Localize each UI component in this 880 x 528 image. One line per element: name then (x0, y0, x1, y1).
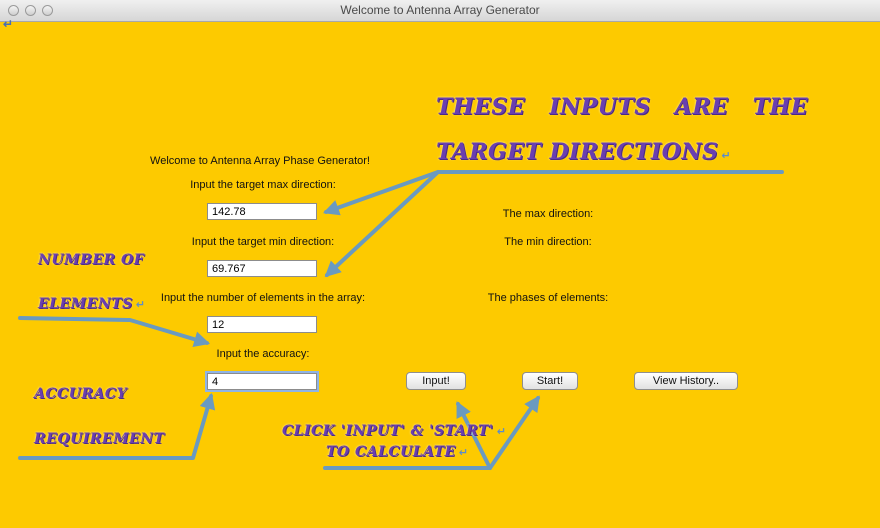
arrow-targets-to-max (322, 170, 784, 216)
annotation-accuracy: ACCURACY (34, 386, 127, 402)
annotation-elements: ELEMENTS ↵ (38, 296, 146, 312)
accuracy-label: Input the accuracy: (216, 348, 310, 360)
arrow-elements (18, 316, 211, 348)
welcome-text: Welcome to Antenna Array Phase Generator… (150, 155, 370, 167)
max-direction-label: Input the target max direction: (190, 179, 336, 191)
app-window: Welcome to Antenna Array Generator ↵ Wel… (0, 0, 880, 528)
max-direction-input[interactable] (207, 203, 317, 220)
phases-result: The phases of elements: (487, 292, 609, 304)
start-button[interactable]: Start! (522, 372, 578, 390)
annotation-targets-line1: THESE INPUTS ARE THE (436, 94, 808, 120)
return-icon: ↵ (496, 425, 507, 438)
view-history-button[interactable]: View History.. (634, 372, 738, 390)
return-icon: ↵ (458, 446, 469, 459)
return-icon: ↵ (135, 298, 146, 311)
annotation-number-of: NUMBER OF (38, 252, 145, 268)
annotation-click-line1: CLICK 'INPUT' & 'START' ↵ (282, 423, 507, 439)
annotation-click-line2: TO CALCULATE ↵ (326, 444, 469, 460)
arrow-accuracy (18, 392, 216, 460)
min-direction-label: Input the target min direction: (191, 236, 335, 248)
arrow-targets-to-min (324, 170, 440, 278)
annotation-targets-line2: TARGET DIRECTIONS ↵ (436, 139, 732, 165)
input-button[interactable]: Input! (406, 372, 466, 390)
min-direction-result: The min direction: (504, 236, 592, 248)
elements-input[interactable] (207, 316, 317, 333)
min-direction-input[interactable] (207, 260, 317, 277)
accuracy-input[interactable] (207, 373, 317, 390)
elements-label: Input the number of elements in the arra… (160, 292, 366, 304)
max-direction-result: The max direction: (502, 208, 594, 220)
annotation-requirement: REQUIREMENT (34, 431, 165, 447)
return-icon: ↵ (721, 149, 732, 162)
